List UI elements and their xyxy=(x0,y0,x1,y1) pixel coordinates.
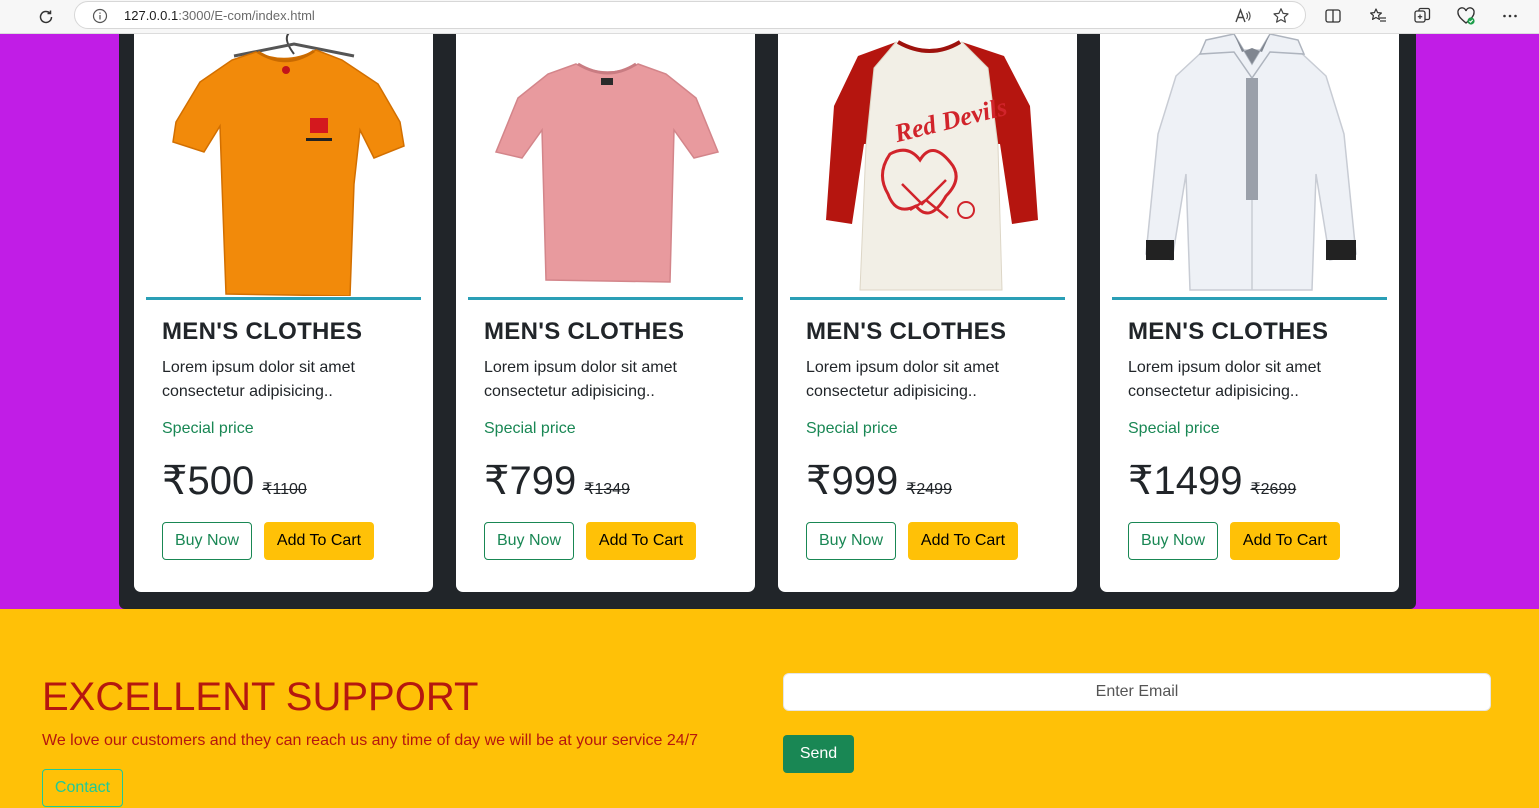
price-row: ₹500 ₹1100 xyxy=(162,458,307,504)
more-menu-icon xyxy=(1503,14,1517,18)
support-title: EXCELLENT SUPPORT xyxy=(42,675,479,719)
product-title: MEN'S CLOTHES xyxy=(806,318,1007,345)
pink-tshirt-image xyxy=(494,62,720,283)
email-input[interactable] xyxy=(783,673,1491,711)
product-title: MEN'S CLOTHES xyxy=(162,318,363,345)
price-row: ₹1499 ₹2699 xyxy=(1128,458,1296,504)
reload-button[interactable] xyxy=(34,5,58,29)
product-title: MEN'S CLOTHES xyxy=(1128,318,1329,345)
buy-now-button[interactable]: Buy Now xyxy=(162,522,252,560)
special-price-label: Special price xyxy=(484,420,576,437)
support-section: EXCELLENT SUPPORT We love our customers … xyxy=(0,609,1539,808)
card-divider xyxy=(146,297,421,300)
original-price: ₹1100 xyxy=(262,481,307,498)
product-card: MEN'S CLOTHES Lorem ipsum dolor sit amet… xyxy=(1100,34,1399,592)
add-to-cart-button[interactable]: Add To Cart xyxy=(586,522,696,560)
browser-toolbar: 127.0.0.1:3000/E-com/index.html xyxy=(0,0,1539,34)
support-text: We love our customers and they can reach… xyxy=(42,732,699,749)
collections-button[interactable] xyxy=(1410,4,1434,28)
product-title: MEN'S CLOTHES xyxy=(484,318,685,345)
special-price-label: Special price xyxy=(806,420,898,437)
special-price-label: Special price xyxy=(162,420,254,437)
raglan-tshirt-image: Red Devils xyxy=(826,40,1038,291)
product-description: Lorem ipsum dolor sit amet consectetur a… xyxy=(806,359,999,400)
current-price: ₹999 xyxy=(806,459,899,503)
product-description: Lorem ipsum dolor sit amet consectetur a… xyxy=(484,359,677,400)
orange-tshirt-image xyxy=(172,34,405,296)
buy-now-button[interactable]: Buy Now xyxy=(484,522,574,560)
add-to-cart-button[interactable]: Add To Cart xyxy=(264,522,374,560)
price-row: ₹999 ₹2499 xyxy=(806,458,952,504)
favorites-button[interactable] xyxy=(1366,4,1390,28)
add-to-cart-button[interactable]: Add To Cart xyxy=(908,522,1018,560)
address-bar[interactable]: 127.0.0.1:3000/E-com/index.html xyxy=(74,1,1306,29)
product-image[interactable] xyxy=(1112,34,1387,296)
original-price: ₹2699 xyxy=(1250,481,1297,498)
card-divider xyxy=(790,297,1065,300)
product-card: Red Devils MEN'S CLOTHES Lorem ipsum dol… xyxy=(778,34,1077,592)
product-card: MEN'S CLOTHES Lorem ipsum dolor sit amet… xyxy=(456,34,755,592)
product-description: Lorem ipsum dolor sit amet consectetur a… xyxy=(1128,359,1321,400)
product-description: Lorem ipsum dolor sit amet consectetur a… xyxy=(162,359,355,400)
info-icon[interactable] xyxy=(92,8,108,24)
contact-button[interactable]: Contact xyxy=(42,769,123,807)
original-price: ₹1349 xyxy=(584,481,630,498)
browser-essentials-icon xyxy=(1457,7,1475,25)
current-price: ₹1499 xyxy=(1128,459,1243,503)
favorite-button[interactable] xyxy=(1271,6,1291,26)
products-panel: MEN'S CLOTHES Lorem ipsum dolor sit amet… xyxy=(119,34,1416,609)
send-button[interactable]: Send xyxy=(783,735,854,773)
read-aloud-icon xyxy=(1235,8,1251,23)
product-image[interactable]: Red Devils xyxy=(790,34,1065,296)
buy-now-button[interactable]: Buy Now xyxy=(1128,522,1218,560)
more-menu-button[interactable] xyxy=(1498,4,1522,28)
product-card: MEN'S CLOTHES Lorem ipsum dolor sit amet… xyxy=(134,34,433,592)
reload-icon xyxy=(39,10,53,24)
split-screen-icon xyxy=(1325,9,1341,23)
products-section: MEN'S CLOTHES Lorem ipsum dolor sit amet… xyxy=(0,34,1539,609)
add-to-cart-button[interactable]: Add To Cart xyxy=(1230,522,1340,560)
product-image[interactable] xyxy=(468,34,743,296)
url-host: 127.0.0.1 xyxy=(124,8,179,23)
buy-now-button[interactable]: Buy Now xyxy=(806,522,896,560)
url-path: :3000/E-com/index.html xyxy=(178,8,315,23)
browser-essentials-button[interactable] xyxy=(1454,4,1478,28)
url-text: 127.0.0.1:3000/E-com/index.html xyxy=(124,8,315,23)
collections-icon xyxy=(1414,7,1431,23)
product-image[interactable] xyxy=(146,34,421,296)
white-shirt-image xyxy=(1145,34,1357,291)
original-price: ₹2499 xyxy=(906,481,952,498)
price-row: ₹799 ₹1349 xyxy=(484,458,630,504)
read-aloud-button[interactable] xyxy=(1233,6,1253,26)
current-price: ₹799 xyxy=(484,459,577,503)
favorite-star-icon xyxy=(1273,8,1289,23)
card-divider xyxy=(1112,297,1387,300)
current-price: ₹500 xyxy=(162,459,255,503)
favorites-list-icon xyxy=(1370,8,1386,22)
split-screen-button[interactable] xyxy=(1321,4,1345,28)
special-price-label: Special price xyxy=(1128,420,1220,437)
card-divider xyxy=(468,297,743,300)
